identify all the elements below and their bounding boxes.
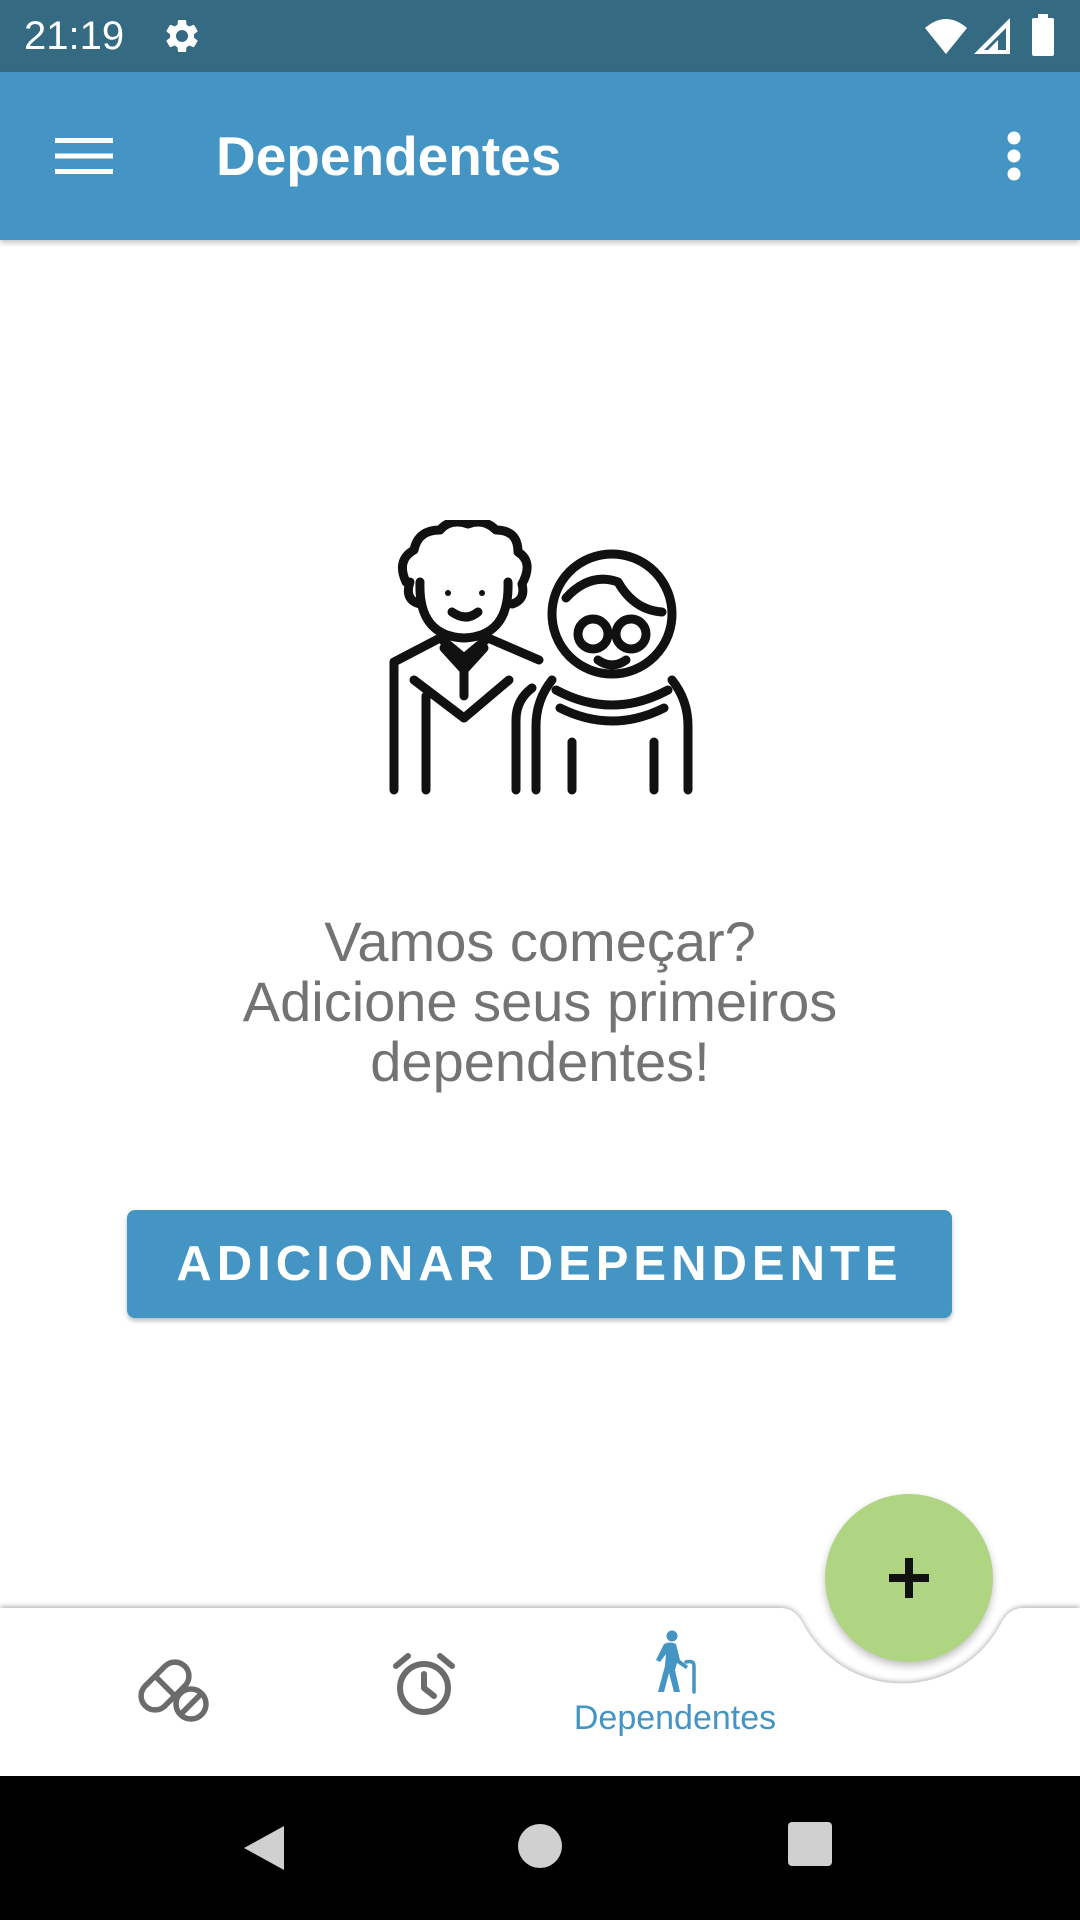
empty-state-message: Vamos começar? Adicione seus primeiros d… — [140, 912, 940, 1092]
signal-icon — [974, 18, 1010, 54]
overflow-menu-button[interactable] — [976, 112, 1052, 200]
menu-button[interactable] — [28, 112, 140, 200]
gear-icon — [166, 19, 198, 52]
empty-state-line: dependentes! — [370, 1030, 710, 1093]
nav-item-medicines[interactable] — [126, 1652, 220, 1732]
elderly-couple-icon — [389, 520, 693, 795]
system-navigation-bar — [0, 1776, 1080, 1920]
empty-state-line: Adicione seus primeiros — [242, 970, 838, 1033]
hamburger-menu-icon — [55, 138, 113, 174]
nav-item-alarms[interactable] — [380, 1652, 468, 1732]
nav-item-label: Dependentes — [573, 1699, 777, 1737]
empty-state-line: Vamos começar? — [324, 910, 756, 973]
recents-icon[interactable] — [786, 1820, 834, 1868]
pills-icon — [138, 1659, 209, 1722]
elderly-walker-icon — [656, 1630, 696, 1694]
plus-icon — [889, 1558, 929, 1598]
wifi-icon — [925, 19, 967, 54]
alarm-clock-icon — [393, 1653, 455, 1715]
nav-item-dependents[interactable]: Dependentes — [540, 1630, 810, 1760]
app-bar: Dependentes — [0, 72, 1080, 240]
status-bar: 21:19 — [0, 0, 1080, 72]
add-fab[interactable] — [825, 1494, 993, 1662]
back-icon[interactable] — [240, 1820, 296, 1876]
status-time: 21:19 — [24, 14, 125, 58]
more-vert-icon — [1007, 131, 1021, 181]
battery-icon — [1032, 14, 1054, 56]
page-title: Dependentes — [216, 125, 562, 187]
home-icon[interactable] — [514, 1820, 566, 1872]
add-dependent-button[interactable]: ADICIONAR DEPENDENTE — [127, 1210, 952, 1318]
